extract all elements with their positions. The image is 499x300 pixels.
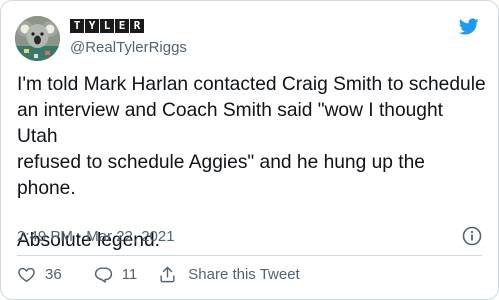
display-name-letter: E xyxy=(115,19,129,33)
share-button[interactable]: Share this Tweet xyxy=(158,265,300,284)
action-bar: 36 11 Share this Tweet xyxy=(17,265,300,284)
divider xyxy=(17,255,482,256)
heart-icon xyxy=(18,267,35,282)
reply-count: 11 xyxy=(121,266,138,283)
tweet-timestamp[interactable]: 2:49 PM · Mar 22, 2021 xyxy=(17,228,175,245)
display-name-letter: L xyxy=(100,19,114,33)
info-icon[interactable] xyxy=(462,226,482,246)
reply-bubble-icon xyxy=(94,267,112,283)
reply-button[interactable]: 11 xyxy=(94,265,138,284)
tweet-card[interactable]: T Y L E R @RealTylerRiggs I'm told Mark … xyxy=(0,0,499,300)
share-upload-icon xyxy=(160,266,175,283)
display-name[interactable]: T Y L E R xyxy=(70,19,144,33)
like-button[interactable]: 36 xyxy=(17,265,62,284)
display-name-letter: T xyxy=(70,19,84,33)
twitter-bird-icon[interactable] xyxy=(456,16,481,37)
share-label: Share this Tweet xyxy=(188,266,300,283)
display-name-letter: R xyxy=(130,19,144,33)
koala-avatar-icon xyxy=(15,16,60,61)
tweet-text: I'm told Mark Harlan contacted Craig Smi… xyxy=(17,74,486,251)
author-handle[interactable]: @RealTylerRiggs xyxy=(70,39,187,56)
display-name-letter: Y xyxy=(85,19,99,33)
avatar[interactable] xyxy=(15,16,60,61)
like-count: 36 xyxy=(45,266,62,283)
